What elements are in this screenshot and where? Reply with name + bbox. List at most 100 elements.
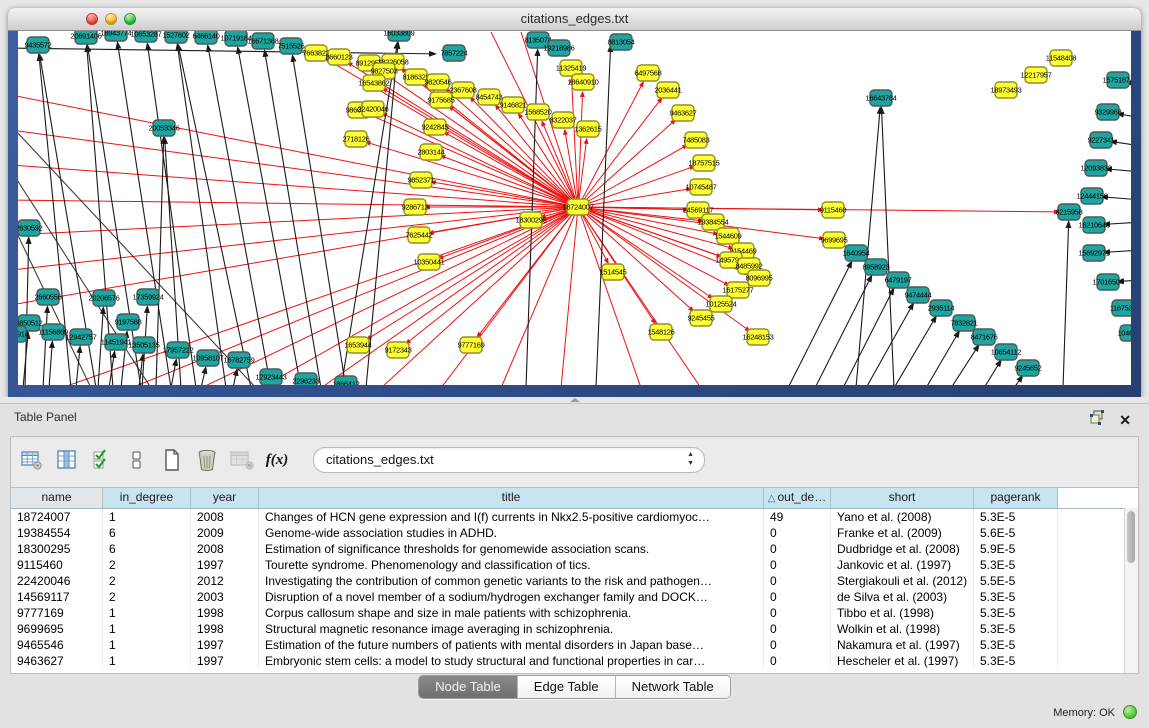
graph-node[interactable]: 9245652	[1014, 360, 1041, 376]
graph-node[interactable]: 16643784	[866, 90, 897, 106]
graph-node[interactable]: 9227341	[1087, 132, 1114, 148]
graph-node[interactable]: 1548126	[647, 324, 674, 340]
graph-node[interactable]: 9435572	[24, 37, 51, 53]
graph-node[interactable]: 2935114	[928, 300, 955, 316]
graph-node[interactable]: 8096995	[745, 270, 772, 286]
cell-out_de[interactable]: 0	[764, 621, 831, 637]
graph-node[interactable]: 10350441	[414, 254, 445, 270]
cell-short[interactable]: Hescheler et al. (1997)	[831, 653, 974, 669]
graph-node[interactable]: 16671368	[248, 33, 279, 49]
graph-node[interactable]: 12217957	[1021, 67, 1052, 83]
cell-year[interactable]: 2003	[191, 589, 259, 605]
graph-node[interactable]: 13505135	[129, 337, 160, 353]
cell-name[interactable]: 9465546	[11, 637, 103, 653]
show-column-icon[interactable]	[54, 447, 80, 473]
graph-node[interactable]: 7625442	[405, 227, 432, 243]
scrollbar-thumb[interactable]	[1127, 511, 1135, 563]
graph-node[interactable]: 1362615	[574, 121, 601, 137]
graph-node[interactable]: 9329968	[1094, 104, 1121, 120]
graph-node[interactable]: 20691406	[71, 31, 102, 44]
graph-node[interactable]: 9115460	[820, 202, 847, 218]
cell-out_de[interactable]: 0	[764, 541, 831, 557]
graph-node[interactable]: 18640910	[568, 74, 599, 90]
cell-out_de[interactable]: 0	[764, 557, 831, 573]
column-header-name[interactable]: name	[11, 488, 103, 508]
tab-network-table[interactable]: Network Table	[616, 676, 730, 698]
graph-node[interactable]: 7857224	[440, 45, 467, 61]
graph-node[interactable]: 2660556	[34, 289, 61, 305]
cell-in_degree[interactable]: 6	[103, 541, 191, 557]
cell-title[interactable]: Corpus callosum shape and size in male p…	[259, 605, 764, 621]
graph-node[interactable]: 15692971	[1079, 245, 1110, 261]
cell-out_de[interactable]: 0	[764, 525, 831, 541]
graph-node[interactable]: 8958923	[862, 259, 889, 275]
graph-node[interactable]: 1544609	[714, 228, 741, 244]
cell-out_de[interactable]: 0	[764, 605, 831, 621]
cell-in_degree[interactable]: 2	[103, 557, 191, 573]
cell-year[interactable]: 2009	[191, 525, 259, 541]
graph-node[interactable]: 20053346	[149, 120, 180, 136]
cell-title[interactable]: Estimation of the future numbers of pati…	[259, 637, 764, 653]
cell-pagerank[interactable]: 5.3E-5	[974, 589, 1058, 605]
cell-pagerank[interactable]: 5.3E-5	[974, 605, 1058, 621]
graph-node[interactable]: 10125524	[706, 296, 737, 312]
cell-title[interactable]: Tourette syndrome. Phenomenology and cla…	[259, 557, 764, 573]
table-settings-icon[interactable]	[19, 447, 45, 473]
graph-node[interactable]: 9245455	[687, 310, 714, 326]
cell-short[interactable]: de Silva et al. (2003)	[831, 589, 974, 605]
cell-title[interactable]: Embryonic stem cells: a model to study s…	[259, 653, 764, 669]
graph-node[interactable]: 22420046	[358, 101, 389, 117]
graph-node[interactable]: 2718126	[342, 131, 369, 147]
column-header-pagerank[interactable]: pagerank	[974, 488, 1058, 508]
table-row[interactable]: 946554611997Estimation of the future num…	[11, 637, 1138, 653]
cell-in_degree[interactable]: 1	[103, 637, 191, 653]
cell-out_de[interactable]: 0	[764, 573, 831, 589]
graph-node[interactable]: 18300295	[516, 212, 547, 228]
column-header-out_de[interactable]: △out_de…	[764, 488, 831, 508]
cell-name[interactable]: 9699695	[11, 621, 103, 637]
tab-edge-table[interactable]: Edge Table	[518, 676, 616, 698]
graph-node[interactable]: 11156869	[38, 324, 68, 340]
tab-node-table[interactable]: Node Table	[419, 676, 518, 698]
graph-node[interactable]: 6466140	[192, 31, 219, 44]
cell-short[interactable]: Nakamura et al. (1997)	[831, 637, 974, 653]
graph-node[interactable]: 1653944	[344, 337, 371, 353]
table-row[interactable]: 977716911998Corpus callosum shape and si…	[11, 605, 1138, 621]
cell-name[interactable]: 14569117	[11, 589, 103, 605]
graph-node[interactable]: 1640954	[842, 245, 869, 261]
graph-node[interactable]: 8660123	[325, 49, 352, 65]
network-window-titlebar[interactable]: citations_edges.txt	[8, 8, 1141, 31]
cell-pagerank[interactable]: 5.3E-5	[974, 653, 1058, 669]
graph-node[interactable]: 9172343	[384, 342, 411, 358]
graph-node[interactable]: 17957222	[163, 342, 194, 358]
cell-pagerank[interactable]: 5.3E-5	[974, 509, 1058, 525]
select-rows-icon[interactable]	[89, 447, 115, 473]
graph-node[interactable]: 2803144	[417, 144, 444, 160]
table-row[interactable]: 969969511998Structural magnetic resonanc…	[11, 621, 1138, 637]
new-file-icon[interactable]	[159, 447, 185, 473]
graph-node[interactable]: 10745487	[686, 179, 717, 195]
graph-node[interactable]: 9463627	[669, 105, 696, 121]
column-header-in_degree[interactable]: in_degree	[103, 488, 191, 508]
table-row[interactable]: 1872400712008Changes of HCN gene express…	[11, 509, 1138, 525]
network-view-canvas[interactable]: 9435572206914061894377410653287152760264…	[18, 31, 1131, 385]
cell-pagerank[interactable]: 5.9E-5	[974, 541, 1058, 557]
trash-icon[interactable]	[194, 447, 220, 473]
cell-name[interactable]: 19384554	[11, 525, 103, 541]
cell-name[interactable]: 9777169	[11, 605, 103, 621]
graph-node[interactable]: 12942757	[66, 329, 97, 345]
graph-node[interactable]: 16210643	[1079, 217, 1110, 233]
cell-title[interactable]: Structural magnetic resonance image aver…	[259, 621, 764, 637]
graph-node[interactable]: 20206576	[89, 290, 120, 306]
cell-out_de[interactable]: 49	[764, 509, 831, 525]
cell-year[interactable]: 1998	[191, 621, 259, 637]
column-header-short[interactable]: short	[831, 488, 974, 508]
graph-node[interactable]: 12444156	[1077, 188, 1108, 204]
zoom-window-button[interactable]	[124, 13, 136, 25]
graph-node[interactable]: 9146821	[499, 97, 526, 113]
close-panel-icon[interactable]: ✕	[1119, 413, 1131, 427]
graph-node[interactable]: 2036441	[654, 82, 681, 98]
graph-node[interactable]: 12093832	[1081, 160, 1112, 176]
function-builder-icon[interactable]: f(x)	[264, 447, 290, 473]
graph-node[interactable]: 16782759	[224, 352, 255, 368]
